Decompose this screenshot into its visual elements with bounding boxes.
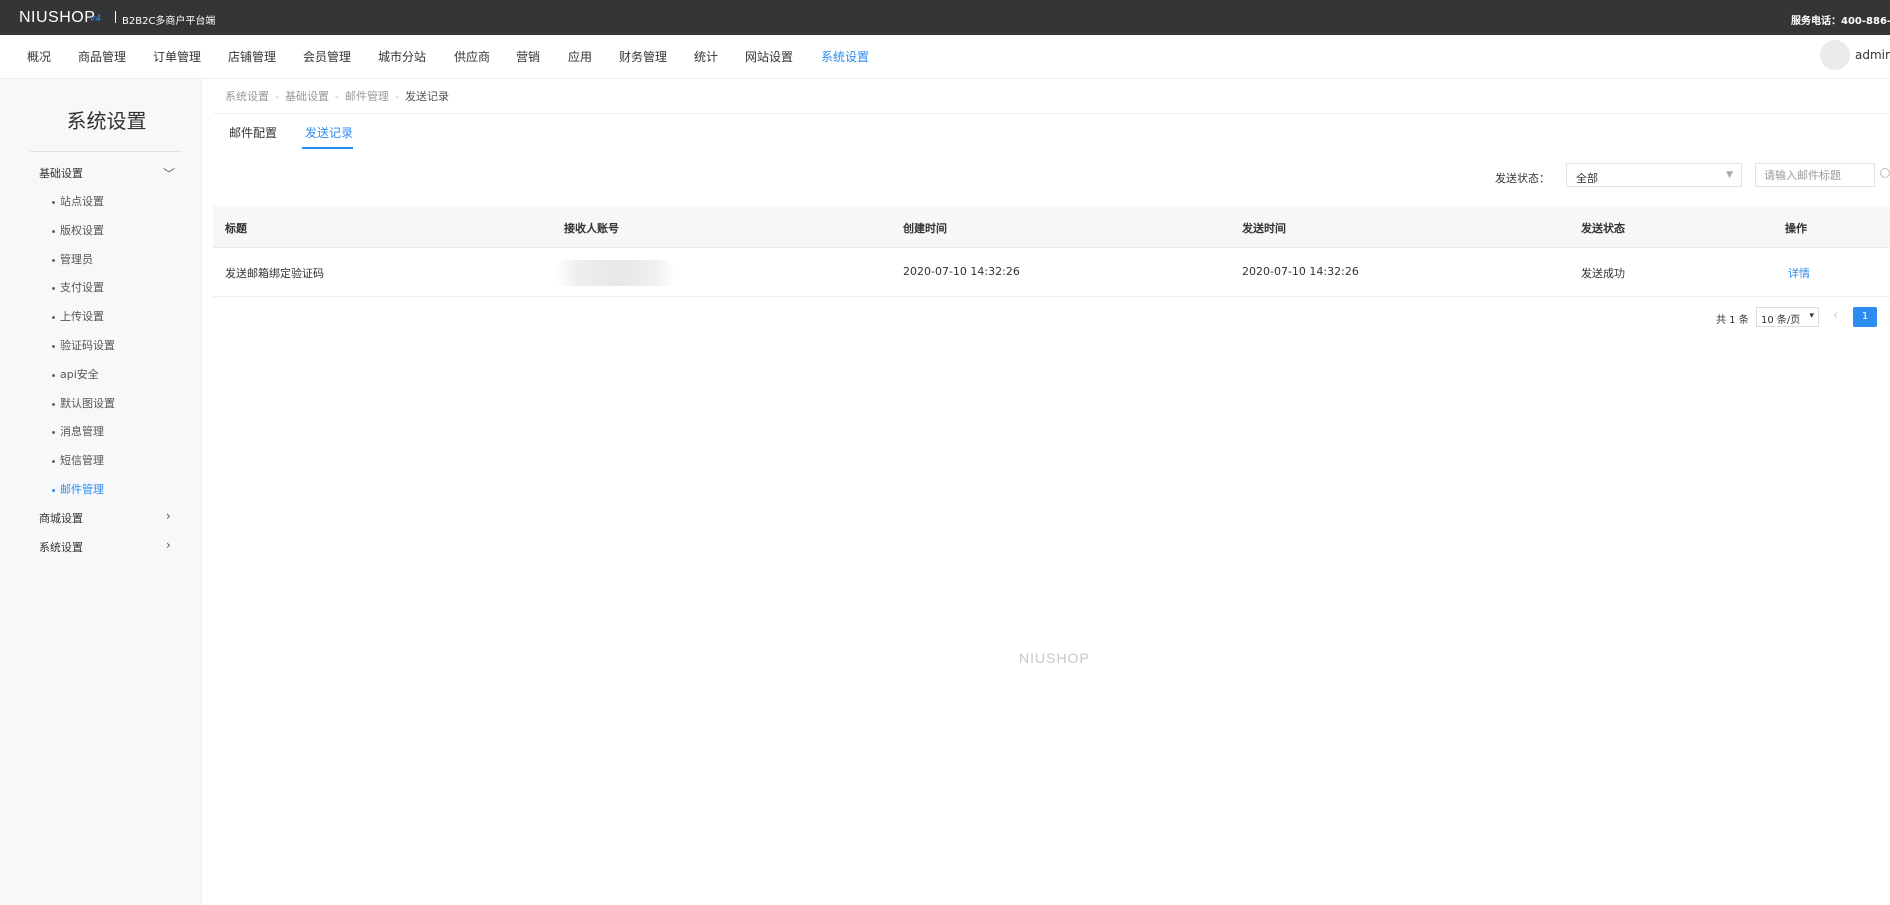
nav-item-stores[interactable]: 店铺管理 [228,48,276,65]
sidebar-item-email[interactable]: 邮件管理 [52,481,104,497]
column-header-actions: 操作 [1785,222,1807,235]
row-sent-time: 2020-07-10 14:32:26 [1242,265,1359,278]
sidebar-item-site-settings[interactable]: 站点设置 [52,193,104,209]
pagination-total: 共 1 条 [1716,315,1749,326]
page-size-value: 10 条/页 [1761,315,1801,326]
sidebar-item-messages[interactable]: 消息管理 [52,423,104,439]
bullet-icon [52,344,55,348]
caret-down-icon: ▾ [1809,311,1814,321]
breadcrumb-separator: - [275,90,279,103]
tab-send-records[interactable]: 发送记录 [305,124,353,141]
sidebar-divider [30,151,182,152]
breadcrumb-item[interactable]: 系统设置 [225,90,269,103]
details-link[interactable]: 详情 [1788,265,1810,281]
bullet-icon [52,258,55,262]
nav-item-system-settings[interactable]: 系统设置 [821,48,869,65]
page-1-button[interactable]: 1 [1853,307,1877,327]
logo-divider [115,11,116,23]
divider [213,113,1890,114]
bullet-icon [52,459,55,463]
nav-item-stats[interactable]: 统计 [694,48,718,65]
breadcrumb-item[interactable]: 邮件管理 [345,90,389,103]
column-header-title: 标题 [225,222,247,235]
bullet-icon [52,402,55,406]
logo-version: v4 [90,14,102,24]
nav-item-orders[interactable]: 订单管理 [153,48,201,65]
nav-item-goods[interactable]: 商品管理 [78,48,126,65]
column-header-status: 发送状态 [1581,222,1625,235]
nav-item-marketing[interactable]: 营销 [516,48,540,65]
nav-item-overview[interactable]: 概况 [27,48,51,65]
recipient-account-redacted [555,260,675,286]
nav-item-apps[interactable]: 应用 [568,48,592,65]
column-header-recipient: 接收人账号 [564,222,619,235]
nav-item-suppliers[interactable]: 供应商 [454,48,490,65]
prev-page-icon[interactable]: ‹ [1833,308,1838,323]
top-bar: NIUSHOP v4 B2B2C多商户平台端 服务电话：400-886-79 [0,0,1890,35]
sidebar: 系统设置 基础设置 ﹀ 站点设置 版权设置 管理员 支付设置 上传设置 验证码设… [0,79,202,905]
status-select-value: 全部 [1576,172,1598,185]
bullet-icon [52,488,55,492]
sidebar-item-default-image[interactable]: 默认图设置 [52,395,115,411]
platform-subtitle: B2B2C多商户平台端 [122,16,216,27]
sidebar-group-system-settings[interactable]: 系统设置 [39,539,83,555]
status-filter-label: 发送状态： [1495,172,1550,185]
row-title: 发送邮箱绑定验证码 [225,267,324,280]
footer-watermark: NIUSHOP [1019,650,1090,666]
breadcrumb: 系统设置 - 基础设置 - 邮件管理 - 发送记录 [225,88,449,104]
column-header-sent: 发送时间 [1242,222,1286,235]
email-title-search-input[interactable] [1755,163,1875,187]
sidebar-item-captcha[interactable]: 验证码设置 [52,337,115,353]
avatar[interactable] [1820,40,1850,70]
chevron-right-icon[interactable]: › [166,538,171,552]
status-select[interactable]: 全部 ▼ [1566,163,1742,187]
bullet-icon [52,373,55,377]
table-header [213,206,1890,248]
nav-item-city-sites[interactable]: 城市分站 [378,48,426,65]
nav-item-members[interactable]: 会员管理 [303,48,351,65]
bullet-icon [52,229,55,233]
chevron-right-icon[interactable]: › [166,509,171,523]
breadcrumb-separator: - [394,90,399,103]
breadcrumb-current: 发送记录 [404,90,449,103]
user-name[interactable]: admin [1855,48,1890,62]
page-size-select[interactable]: 10 条/页 ▾ [1756,307,1819,327]
sidebar-group-basic-settings[interactable]: 基础设置 [39,165,83,181]
nav-item-site-settings[interactable]: 网站设置 [745,48,793,65]
column-header-created: 创建时间 [903,222,947,235]
sidebar-group-mall-settings[interactable]: 商城设置 [39,510,83,526]
sidebar-item-payment[interactable]: 支付设置 [52,279,104,295]
bullet-icon [52,315,55,319]
bullet-icon [52,430,55,434]
tab-email-config[interactable]: 邮件配置 [229,124,277,141]
sidebar-item-api-security[interactable]: api安全 [52,366,99,382]
sidebar-item-upload[interactable]: 上传设置 [52,308,104,324]
row-created-time: 2020-07-10 14:32:26 [903,265,1020,278]
sidebar-item-admins[interactable]: 管理员 [52,251,93,267]
table-row [213,248,1890,297]
logo[interactable]: NIUSHOP [19,9,95,27]
row-status: 发送成功 [1581,267,1625,280]
chevron-down-icon[interactable]: ﹀ [163,165,175,182]
breadcrumb-item[interactable]: 基础设置 [285,90,329,103]
service-hotline: 服务电话：400-886-79 [1791,16,1890,27]
nav-item-finance[interactable]: 财务管理 [619,48,667,65]
sidebar-item-sms[interactable]: 短信管理 [52,452,104,468]
breadcrumb-separator: - [334,90,339,103]
sidebar-item-copyright[interactable]: 版权设置 [52,222,104,238]
caret-down-icon: ▼ [1726,170,1733,180]
search-icon[interactable] [1880,168,1890,178]
bullet-icon [52,200,55,204]
sidebar-title: 系统设置 [66,109,147,133]
bullet-icon [52,286,55,290]
active-tab-indicator [302,147,353,149]
main-nav: 概况 商品管理 订单管理 店铺管理 会员管理 城市分站 供应商 营销 应用 财务… [0,35,1890,79]
